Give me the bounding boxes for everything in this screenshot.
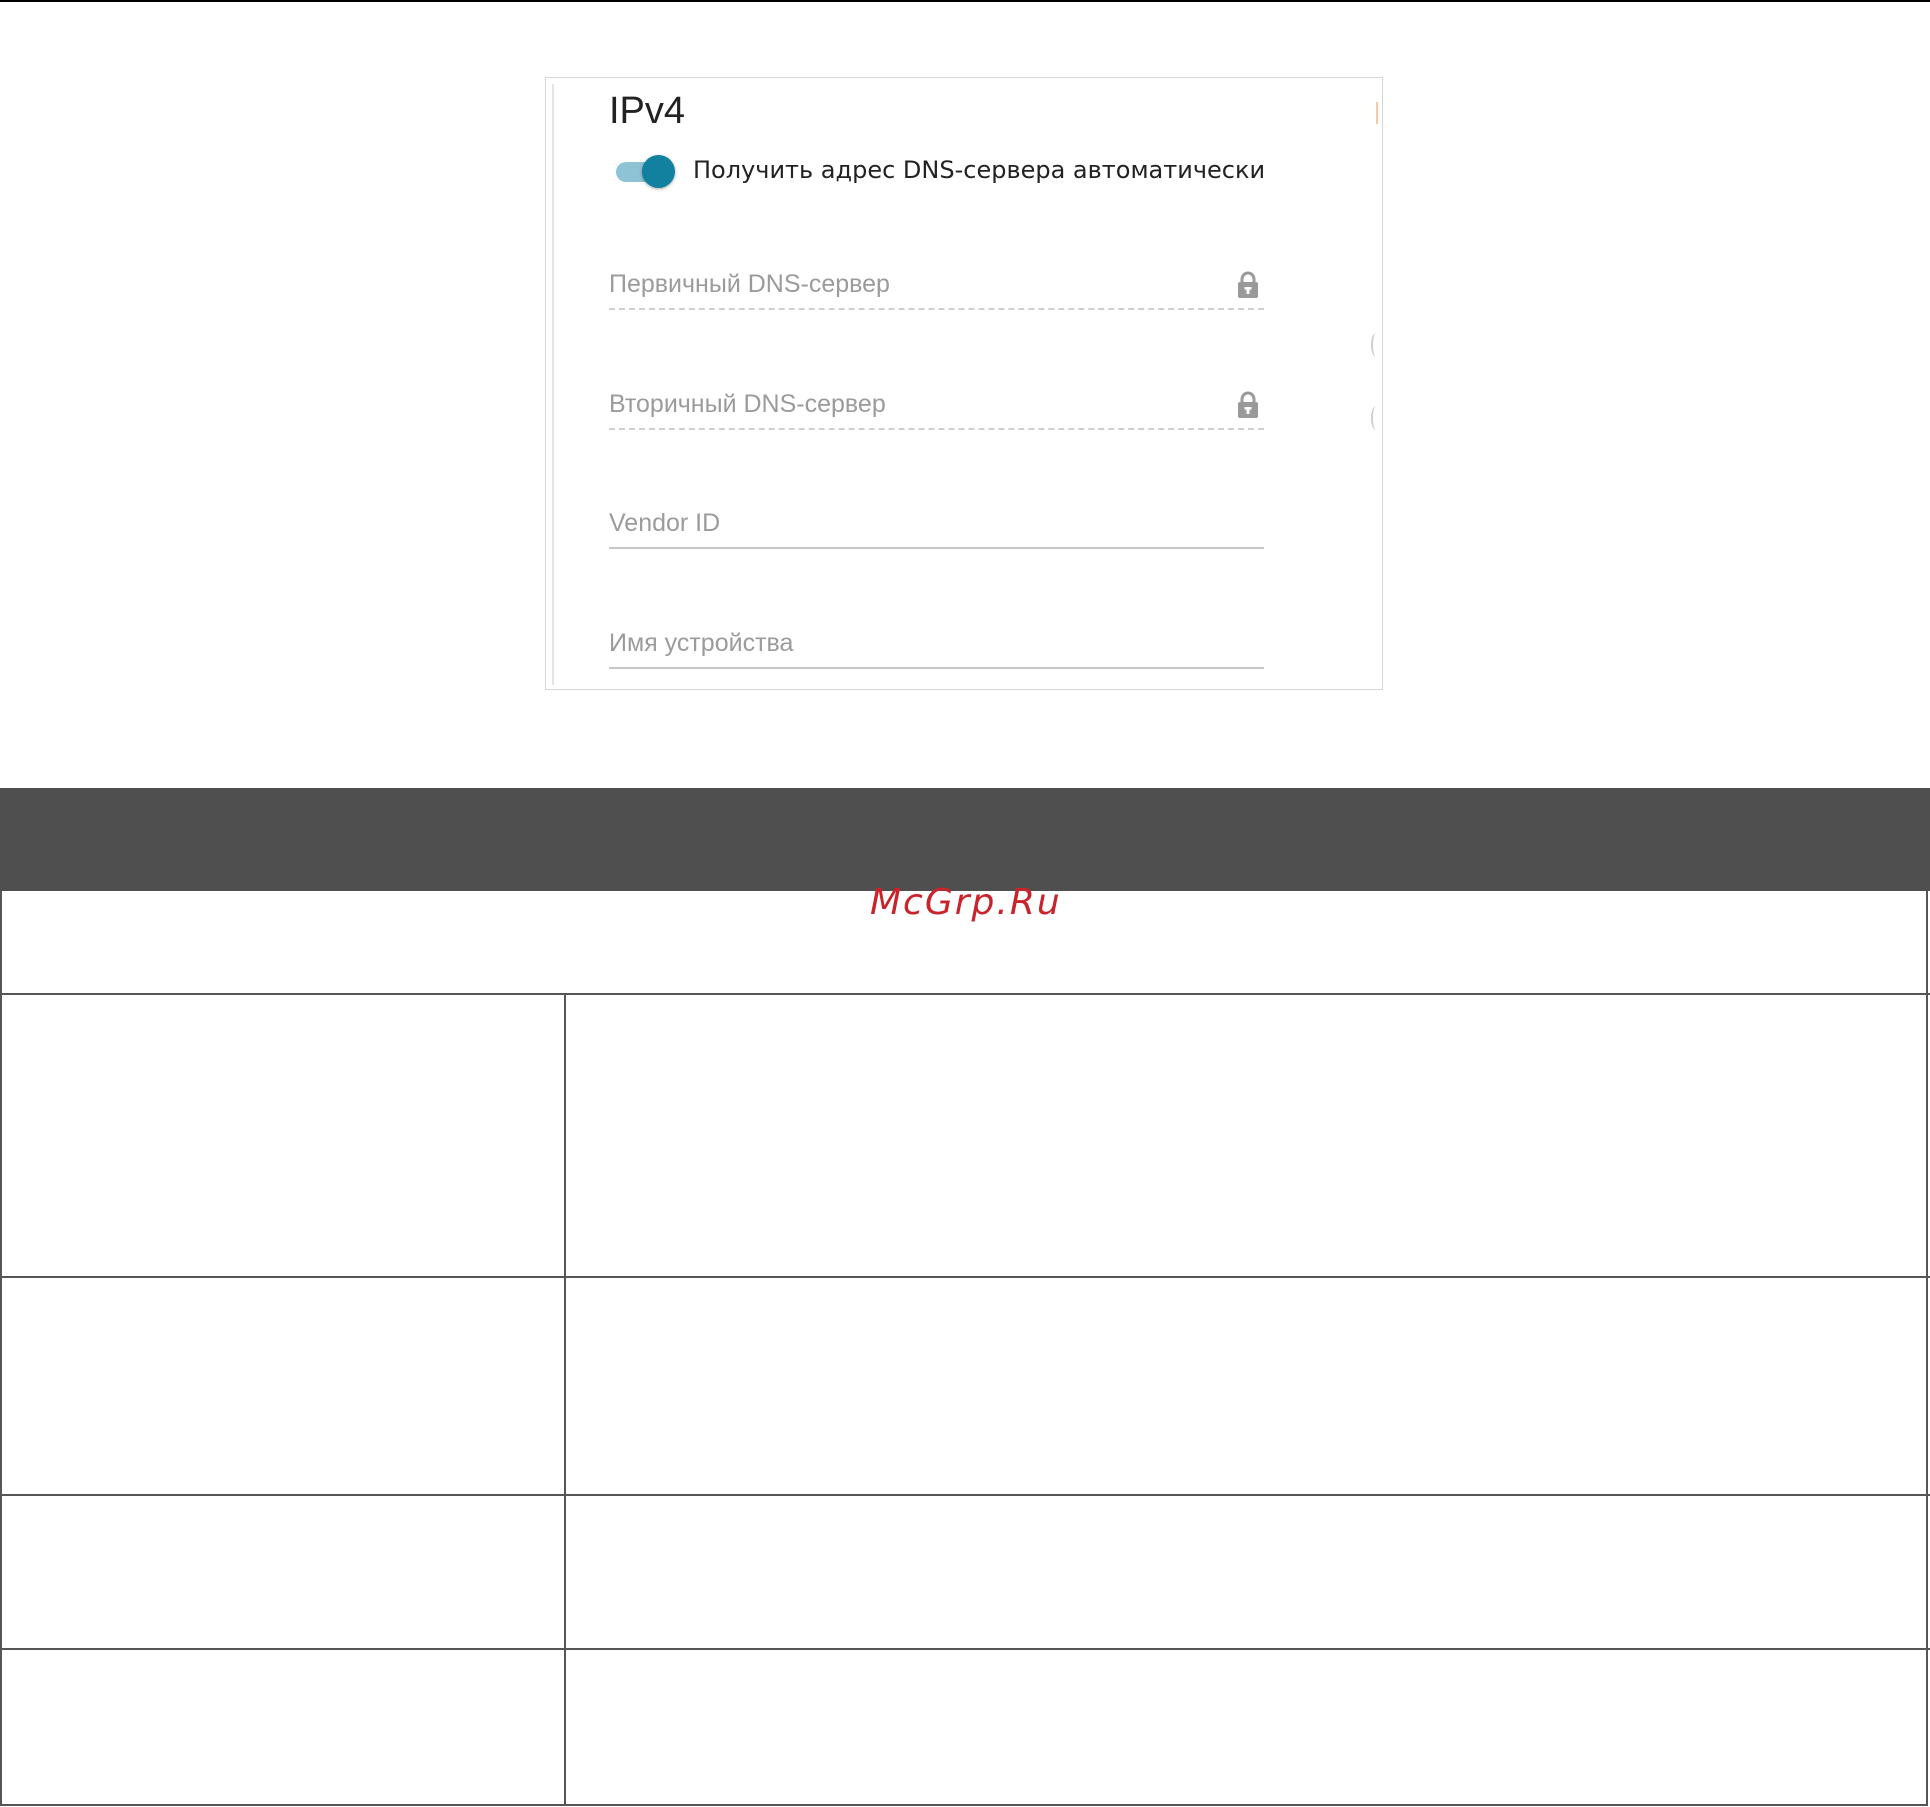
table-row [2, 995, 1930, 1276]
watermark: McGrp.Ru [870, 882, 1062, 923]
clipped-right-icon [1371, 406, 1381, 430]
table-row [2, 1650, 1930, 1804]
field-underline [609, 428, 1264, 430]
primary-dns-input[interactable] [609, 264, 1209, 304]
field-underline [609, 308, 1264, 310]
secondary-dns-field[interactable] [609, 384, 1264, 430]
device-name-field[interactable] [609, 623, 1264, 669]
clipped-right-icon [1371, 333, 1381, 357]
page-top-rule [0, 0, 1930, 2]
vendor-id-input[interactable] [609, 503, 1209, 543]
table-header [0, 788, 1930, 891]
section-title: IPv4 [609, 90, 686, 132]
table-row [2, 1496, 1930, 1648]
field-underline [609, 547, 1264, 549]
device-name-input[interactable] [609, 623, 1209, 663]
panel-left-divider [552, 84, 554, 685]
dns-auto-toggle[interactable] [614, 153, 676, 189]
primary-dns-field[interactable] [609, 264, 1264, 310]
parameters-table [0, 891, 1930, 1806]
ipv4-settings-panel: IPv4 Получить адрес DNS-сервера автомати… [545, 77, 1383, 690]
lock-icon [1238, 271, 1258, 298]
dns-auto-toggle-label: Получить адрес DNS-сервера автоматически [693, 156, 1266, 184]
clipped-right-mark [1376, 102, 1378, 124]
field-underline [609, 667, 1264, 669]
toggle-knob [642, 155, 675, 188]
table-row [2, 1278, 1930, 1494]
lock-icon [1238, 391, 1258, 418]
vendor-id-field[interactable] [609, 503, 1264, 549]
secondary-dns-input[interactable] [609, 384, 1209, 424]
